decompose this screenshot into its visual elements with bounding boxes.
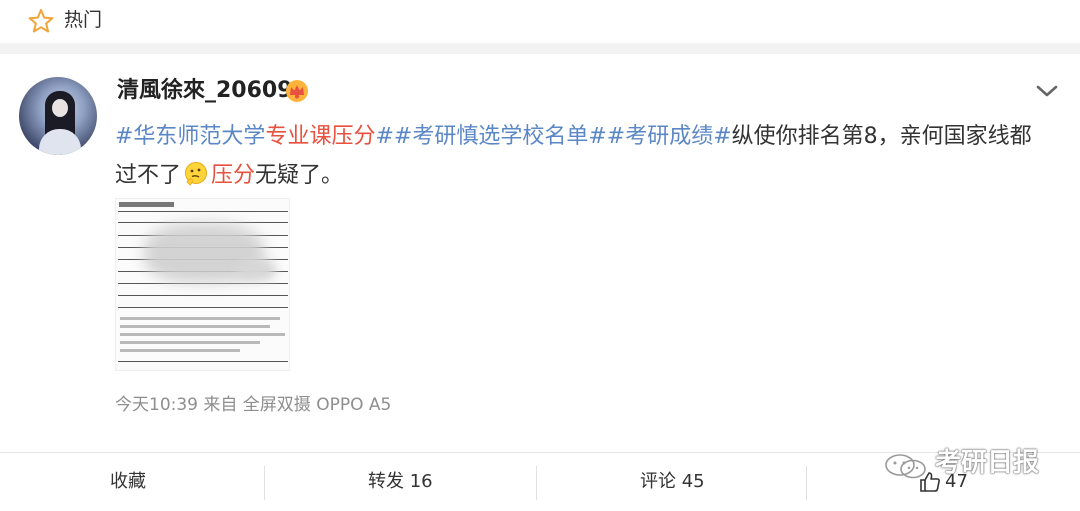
post-meta: 今天10:39 来自 全屏双摄 OPPO A5 [115, 395, 392, 415]
keyword-yafen[interactable]: 压分 [211, 163, 255, 188]
hashtag-highlight[interactable]: 专业课压分 [265, 124, 375, 149]
thinking-emoji-icon [185, 162, 208, 186]
username[interactable]: 清風徐來_20609 [117, 77, 293, 105]
post-image[interactable] [115, 198, 290, 371]
post-body-end: 无疑了。 [255, 163, 344, 188]
post-text: #华东师范大学专业课压分##考研慎选学校名单##考研成绩#纵使你排名第8，亲何国… [115, 117, 1045, 195]
action-separator [536, 466, 537, 500]
action-separator [264, 466, 265, 500]
repost-button[interactable]: 转发 16 [368, 468, 433, 496]
comment-button[interactable]: 评论 45 [640, 468, 705, 496]
action-separator [806, 466, 807, 500]
hashtag-school[interactable]: #华东师范大学 [115, 124, 265, 149]
hot-label: 热门 [64, 9, 103, 31]
favorite-button[interactable]: 收藏 [110, 468, 146, 496]
wechat-watermark-icon [885, 454, 926, 479]
crown-icon [286, 80, 308, 102]
star-icon [28, 9, 54, 33]
hot-section-header: 热门 [0, 0, 1080, 43]
hashtags-kaoyan[interactable]: ##考研慎选学校名单##考研成绩# [375, 124, 731, 149]
watermark-text: 考研日报 [935, 448, 1040, 478]
chevron-down-icon[interactable] [1034, 82, 1060, 100]
section-divider [0, 43, 1080, 54]
avatar[interactable] [19, 77, 97, 155]
